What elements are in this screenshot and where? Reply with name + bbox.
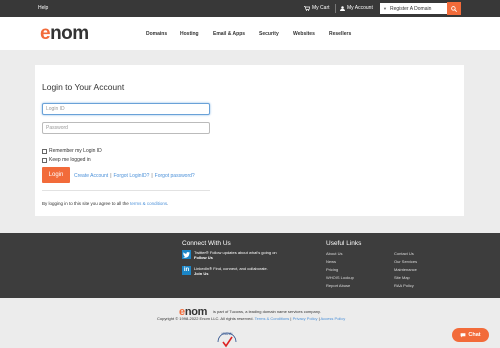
icann-badge: ICANN [217, 332, 237, 348]
register-label: Register A Domain [389, 5, 432, 12]
terms-link[interactable]: terms & conditions [130, 201, 167, 206]
footer-link[interactable]: Site Map [394, 275, 410, 280]
cart-icon [304, 5, 310, 11]
linkedin-item[interactable]: in LinkedIn® Find, connect, and collabor… [182, 266, 268, 276]
forgot-password-link[interactable]: Forgot password? [155, 173, 195, 179]
nav-hosting[interactable]: Hosting [180, 31, 199, 37]
user-icon [340, 5, 345, 11]
svg-text:ICANN: ICANN [222, 332, 233, 336]
connect-title: Connect With Us [182, 240, 231, 247]
nav-security[interactable]: Security [259, 31, 279, 37]
account-label: My Account [347, 5, 373, 11]
footer-link[interactable]: Maintenance [394, 267, 417, 272]
register-domain-select[interactable]: ▼ Register A Domain [380, 3, 447, 14]
footer-link[interactable]: Our Services [394, 259, 417, 264]
useful-links-title: Useful Links [326, 240, 362, 247]
footer-link[interactable]: Contact Us [394, 251, 414, 256]
footer: Connect With Us Twitter® Follow updates … [0, 233, 500, 298]
privacy-policy-link[interactable]: Privacy Policy [293, 316, 318, 321]
caret-down-icon: ▼ [383, 6, 387, 11]
access-policy-link[interactable]: Access Policy [321, 316, 346, 321]
terms-text: By logging in to this site you agree to … [42, 201, 169, 206]
create-account-link[interactable]: Create Account [74, 173, 108, 179]
remember-checkbox[interactable]: Remember my Login ID [42, 148, 102, 154]
copyright: Copyright © 1998-2022 Enom LLC. All righ… [157, 316, 346, 321]
twitter-item[interactable]: Twitter® Follow updates about what's goi… [182, 250, 277, 260]
join-us-link[interactable]: Join Us [194, 271, 208, 276]
checkbox-box[interactable] [42, 157, 47, 163]
password-input[interactable]: Password [42, 122, 210, 134]
footer-link[interactable]: About Us [326, 251, 342, 256]
login-card: Login to Your Account Login ID Password … [35, 65, 464, 216]
remember-label: Remember my Login ID [49, 148, 102, 154]
keep-logged-in-checkbox[interactable]: Keep me logged in [42, 157, 91, 163]
search-button[interactable] [447, 2, 461, 15]
chat-button[interactable]: Chat [452, 328, 489, 342]
login-button[interactable]: Login [42, 167, 70, 183]
cart-link[interactable]: My Cart [304, 5, 330, 11]
forgot-id-link[interactable]: Forgot LoginID? [114, 173, 150, 179]
footer-link[interactable]: Report Abuse [326, 283, 350, 288]
help-link[interactable]: Help [38, 5, 48, 11]
cart-label: My Cart [312, 5, 330, 11]
login-id-input[interactable]: Login ID [42, 103, 210, 115]
nav-email-apps[interactable]: Email & Apps [213, 31, 245, 37]
footer-link[interactable]: RAA Policy [394, 283, 414, 288]
twitter-icon [182, 250, 191, 259]
legal-area: enom is part of Tucows, a leading domain… [0, 298, 500, 348]
page-title: Login to Your Account [42, 82, 125, 92]
search-icon [451, 5, 457, 12]
header: enom Domains Hosting Email & Apps Securi… [0, 17, 500, 50]
enom-logo[interactable]: enom [40, 23, 89, 45]
account-link[interactable]: My Account [340, 5, 373, 11]
keep-label: Keep me logged in [49, 157, 91, 163]
follow-us-link[interactable]: Follow Us [194, 255, 213, 260]
top-bar: Help My Cart My Account ▼ Register A Dom… [0, 0, 500, 17]
terms-conditions-link[interactable]: Terms & Conditions [255, 316, 290, 321]
linkedin-icon: in [182, 266, 191, 275]
nav-domains[interactable]: Domains [146, 31, 167, 37]
checkbox-box[interactable] [42, 148, 47, 154]
account-links: Create Account | Forgot LoginID? | Forgot pa… [74, 173, 195, 179]
nav-resellers[interactable]: Resellers [329, 31, 351, 37]
tucows-text: is part of Tucows, a leading domain name… [213, 309, 321, 314]
divider [335, 4, 336, 13]
nav-websites[interactable]: Websites [293, 31, 315, 37]
footer-link[interactable]: Pricing [326, 267, 338, 272]
footer-link[interactable]: WHOIS Lookup [326, 275, 354, 280]
footer-link[interactable]: News [326, 259, 336, 264]
divider [42, 190, 210, 191]
chat-label: Chat [468, 332, 481, 338]
chat-bubble-icon [460, 333, 466, 338]
